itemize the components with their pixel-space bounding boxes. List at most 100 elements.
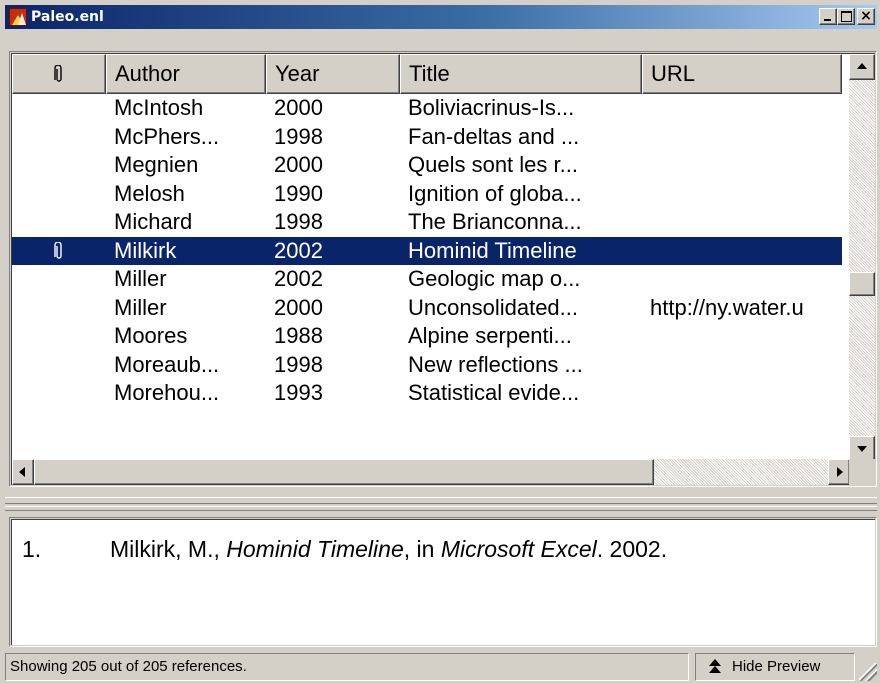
- vertical-scrollbar[interactable]: [849, 54, 875, 462]
- table-row[interactable]: Melosh 1990 Ignition of globa...: [12, 180, 842, 209]
- title-cell: Geologic map o...: [408, 266, 581, 291]
- year-cell: 2000: [274, 152, 323, 177]
- attachment-cell: [12, 379, 106, 408]
- status-bar: Showing 205 out of 205 references. Hide …: [5, 653, 877, 681]
- window-title: Paleo.enl: [31, 9, 104, 25]
- author-cell: Moreaub...: [114, 351, 220, 377]
- column-header-attachment[interactable]: [12, 54, 106, 94]
- table-row[interactable]: Michard 1998 The Brianconna...: [12, 208, 842, 237]
- year-cell: 2000: [274, 95, 323, 120]
- author-cell: Miller: [114, 294, 167, 320]
- attachment-cell: [12, 237, 106, 266]
- title-cell: Statistical evide...: [408, 380, 580, 405]
- paperclip-icon: [54, 241, 62, 259]
- column-header-title[interactable]: Title: [400, 54, 642, 94]
- url-cell: [642, 322, 842, 351]
- double-up-arrow-icon: [706, 658, 724, 676]
- scroll-left-button[interactable]: [12, 459, 34, 485]
- maximize-icon[interactable]: [837, 8, 855, 25]
- reference-title: Hominid Timeline: [226, 536, 404, 562]
- attachment-cell: [12, 151, 106, 180]
- table-row[interactable]: Miller 2000 Unconsolidated... http://ny.wat…: [12, 294, 842, 323]
- reference-author: Milkirk, M.,: [110, 536, 227, 562]
- url-cell: [642, 351, 842, 380]
- status-text: Showing 205 out of 205 references.: [5, 653, 689, 681]
- scroll-right-button[interactable]: [828, 459, 850, 485]
- table-row[interactable]: Moreaub... 1998 New reflections ...: [12, 351, 842, 380]
- author-cell: Megnien: [114, 152, 199, 177]
- attachment-cell: [12, 351, 106, 380]
- url-cell: [642, 208, 842, 237]
- year-cell: 1998: [274, 209, 323, 234]
- attachment-cell: [12, 265, 106, 294]
- endnote-app-icon[interactable]: [9, 8, 27, 26]
- year-cell: 1993: [274, 380, 323, 405]
- window-controls: ×: [819, 8, 875, 25]
- minimize-icon[interactable]: [819, 8, 837, 25]
- url-cell: [642, 265, 842, 294]
- hide-preview-button[interactable]: Hide Preview: [695, 653, 855, 681]
- scrollbar-corner: [849, 459, 875, 485]
- url-cell: [642, 94, 842, 123]
- endnote-library-window: Paleo.enl × Author Year Title URL McInto…: [0, 0, 880, 683]
- title-cell: New reflections ...: [408, 351, 583, 377]
- attachment-cell: [12, 322, 106, 351]
- reference-list: Author Year Title URL McIntosh 2000 Bolivi…: [11, 53, 875, 485]
- table-row[interactable]: Miller 2002 Geologic map o...: [12, 265, 842, 294]
- reference-number: 1.: [22, 536, 42, 562]
- url-cell: [642, 237, 842, 266]
- table-row[interactable]: McPhers... 1998 Fan-deltas and ...: [12, 123, 842, 152]
- url-cell: [642, 151, 842, 180]
- title-cell: Ignition of globa...: [408, 180, 582, 206]
- author-cell: Morehou...: [114, 380, 220, 405]
- author-cell: Melosh: [114, 180, 185, 206]
- attachment-cell: [12, 123, 106, 152]
- title-bar[interactable]: Paleo.enl ×: [5, 5, 877, 29]
- reference-year: . 2002.: [596, 536, 668, 562]
- table-row[interactable]: Morehou... 1993 Statistical evide...: [12, 379, 842, 408]
- table-row[interactable]: Megnien 2000 Quels sont les r...: [12, 151, 842, 180]
- year-cell: 1998: [274, 123, 323, 149]
- resize-grip-icon[interactable]: [859, 663, 877, 681]
- preview-content: 1. Milkirk, M., Hominid Timeline, in Mic…: [11, 519, 875, 645]
- close-icon[interactable]: ×: [857, 8, 875, 25]
- vertical-scroll-thumb[interactable]: [849, 272, 875, 296]
- attachment-cell: [12, 94, 106, 123]
- author-cell: McPhers...: [114, 123, 220, 149]
- column-header-url[interactable]: URL: [642, 54, 842, 94]
- reference-source: Microsoft Excel: [440, 536, 597, 562]
- formatted-reference: Milkirk, M., Hominid Timeline, in Micros…: [110, 536, 667, 563]
- scroll-up-button[interactable]: [849, 54, 875, 80]
- author-cell: Michard: [114, 209, 193, 234]
- horizontal-scrollbar[interactable]: [12, 459, 850, 485]
- url-cell: [642, 379, 842, 408]
- column-header-author[interactable]: Author: [106, 54, 266, 94]
- preview-splitter[interactable]: [5, 497, 877, 511]
- title-cell: Unconsolidated...: [408, 294, 578, 320]
- title-cell: Boliviacrinus-Is...: [408, 95, 575, 120]
- url-cell: [642, 123, 842, 152]
- attachment-cell: [12, 294, 106, 323]
- horizontal-scroll-thumb[interactable]: [34, 459, 654, 485]
- table-row[interactable]: Moores 1988 Alpine serpenti...: [12, 322, 842, 351]
- author-cell: McIntosh: [114, 95, 204, 120]
- column-header-row: Author Year Title URL: [12, 54, 842, 94]
- url-cell: http://ny.water.u: [650, 294, 804, 320]
- table-row[interactable]: McIntosh 2000 Boliviacrinus-Is...: [12, 94, 842, 123]
- year-cell: 1990: [274, 180, 323, 206]
- attachment-cell: [12, 208, 106, 237]
- attachment-cell: [12, 180, 106, 209]
- author-cell: Moores: [114, 323, 188, 348]
- column-header-year[interactable]: Year: [266, 54, 400, 94]
- year-cell: 2002: [274, 266, 323, 291]
- reference-in: , in: [403, 536, 441, 562]
- hide-preview-label: Hide Preview: [732, 658, 821, 675]
- title-cell: Quels sont les r...: [408, 152, 578, 177]
- table-row[interactable]: Milkirk 2002 Hominid Timeline: [12, 236, 842, 266]
- preview-pane: 1. Milkirk, M., Hominid Timeline, in Mic…: [9, 517, 877, 647]
- title-cell: Alpine serpenti...: [408, 323, 572, 348]
- title-cell: Hominid Timeline: [408, 237, 577, 263]
- title-cell: Fan-deltas and ...: [408, 123, 580, 149]
- year-cell: 2000: [274, 294, 323, 320]
- title-cell: The Brianconna...: [408, 209, 582, 234]
